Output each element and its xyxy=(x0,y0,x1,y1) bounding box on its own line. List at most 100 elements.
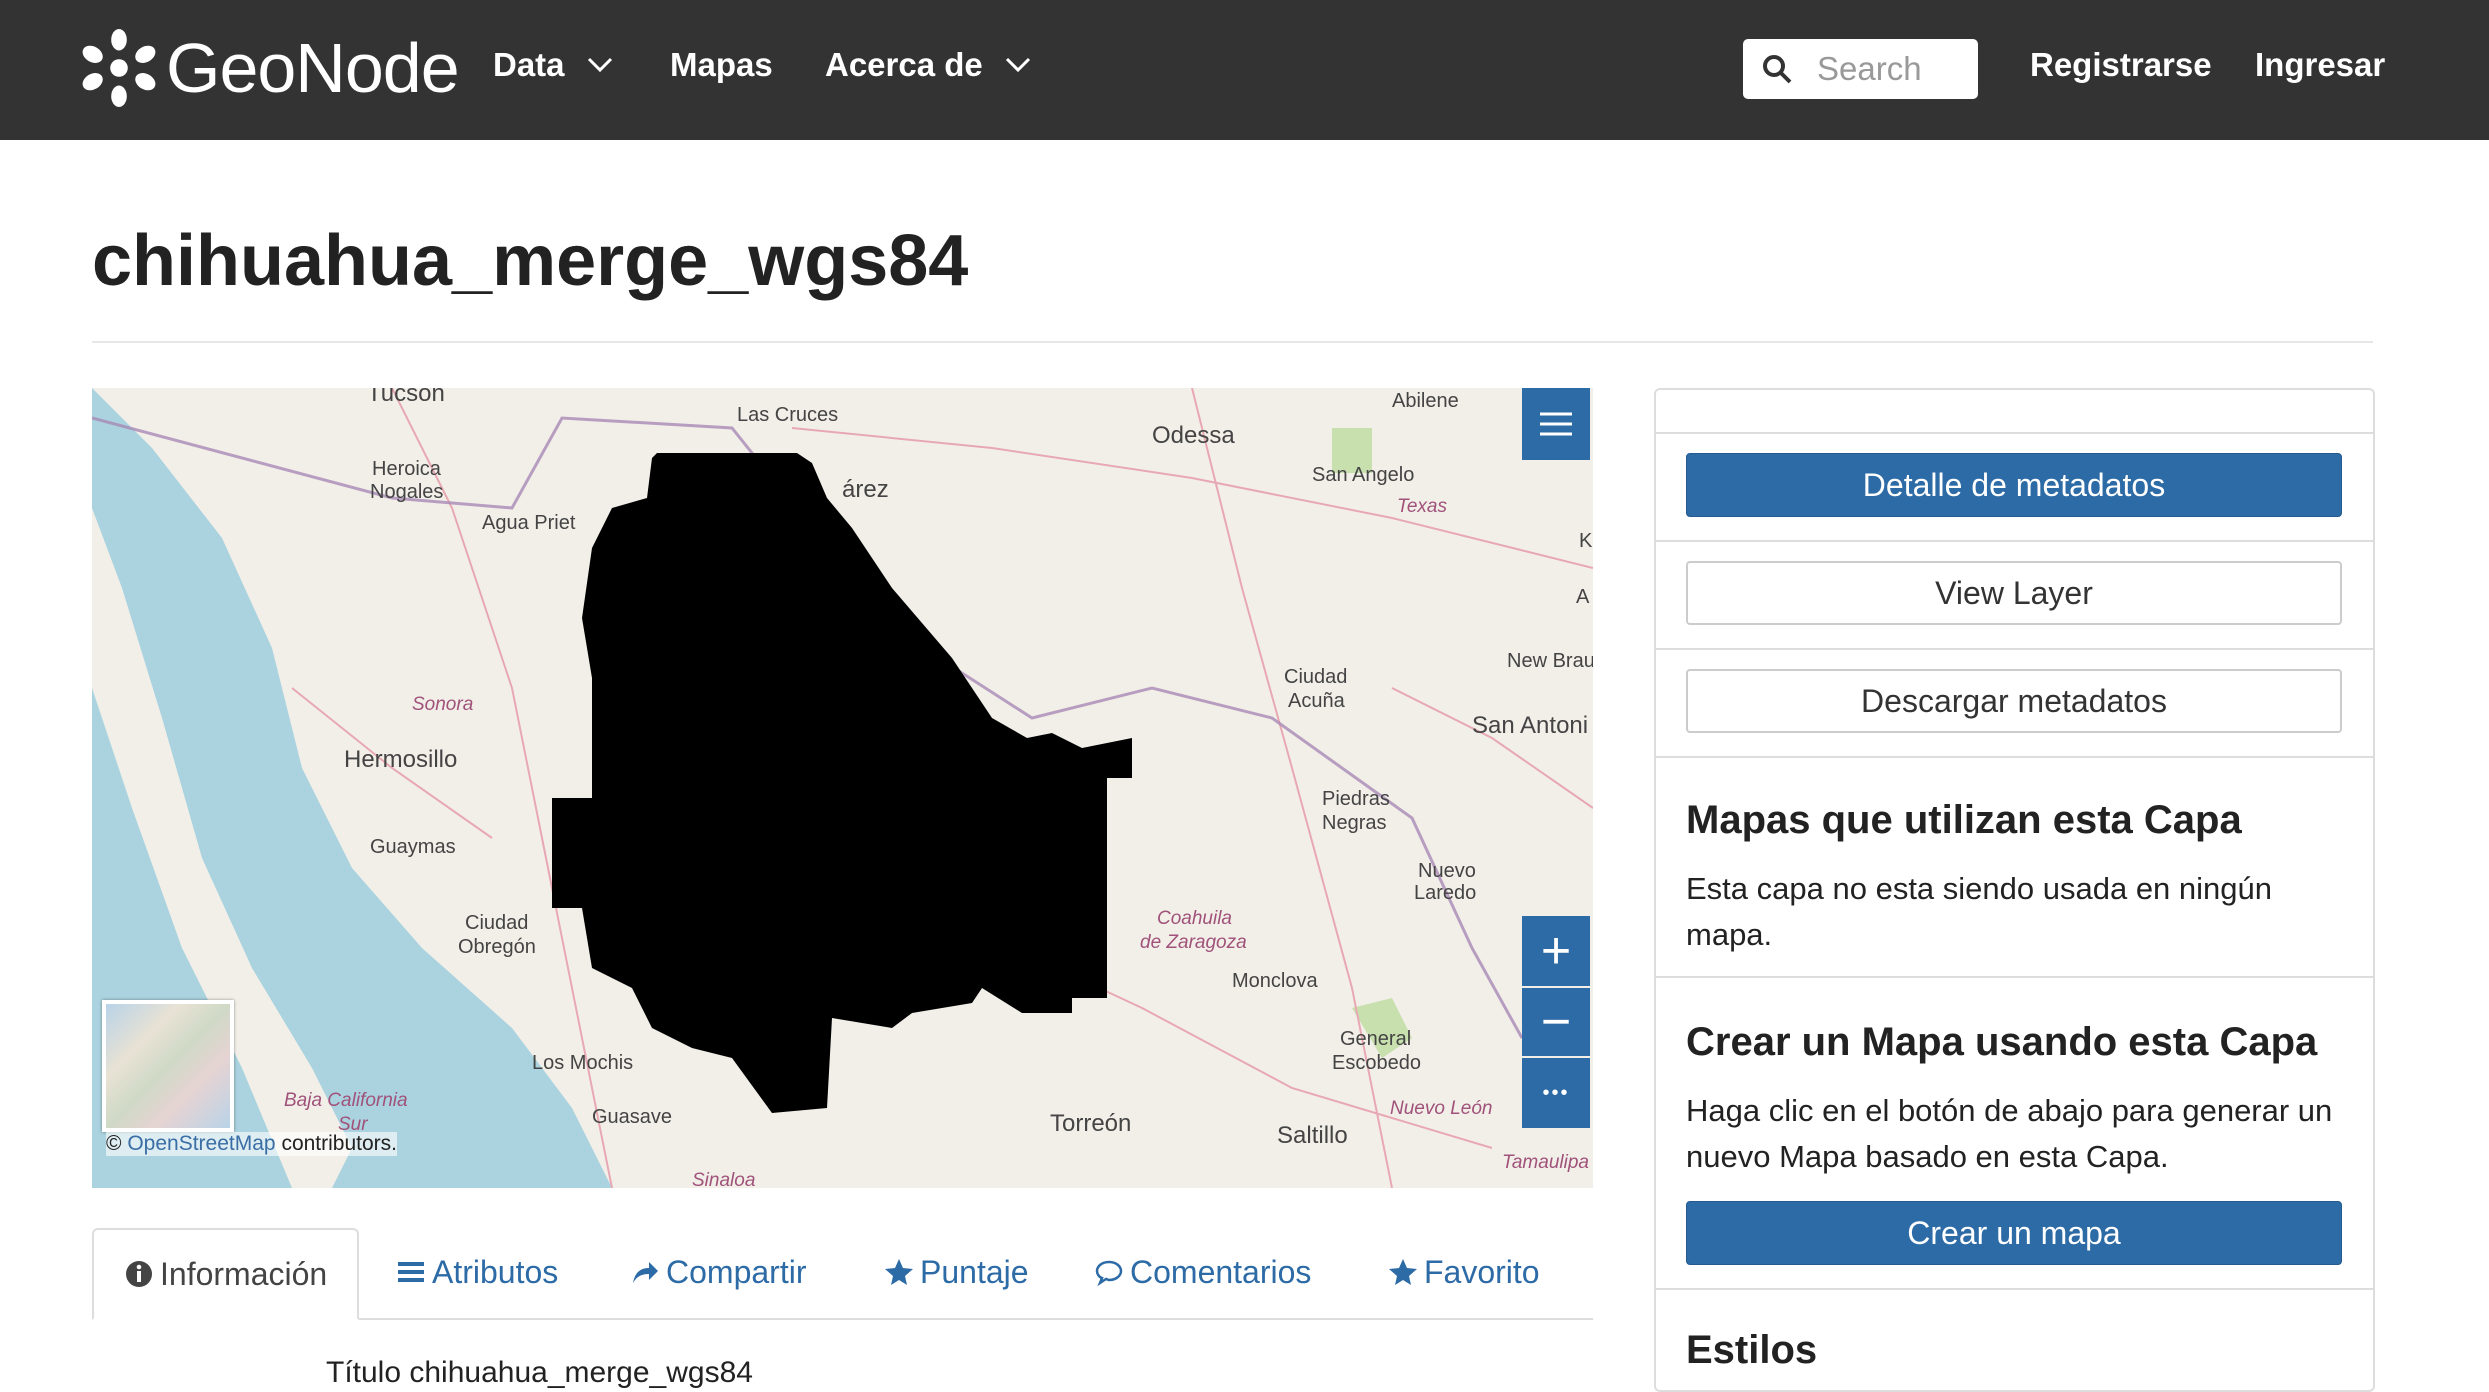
map-label: Guaymas xyxy=(370,836,456,858)
zoom-in-button[interactable]: + xyxy=(1522,916,1590,986)
tab-favorito[interactable]: Favorito xyxy=(1388,1228,1540,1316)
login-link[interactable]: Ingresar xyxy=(2255,46,2385,84)
title-divider xyxy=(92,341,2373,343)
star-icon xyxy=(1389,1259,1417,1285)
map-label: Guasave xyxy=(592,1106,673,1128)
tab-label: Información xyxy=(160,1255,328,1292)
tab-label: Puntaje xyxy=(920,1253,1029,1290)
maps-using-layer-heading: Mapas que utilizan esta Capa xyxy=(1686,798,2242,842)
tab-atributos[interactable]: Atributos xyxy=(396,1228,558,1316)
map-label: árez xyxy=(842,476,889,503)
nav-data[interactable]: Data xyxy=(493,46,613,84)
create-map-text: Haga clic en el botón de abajo para gene… xyxy=(1686,1093,2333,1174)
geonode-flower-icon xyxy=(82,29,156,107)
layer-sidebar: Detalle de metadatos View Layer Descarga… xyxy=(1654,388,2375,1392)
map-label: Ciudad xyxy=(465,912,529,934)
styles-heading: Estilos xyxy=(1686,1328,1818,1372)
search-icon xyxy=(1763,55,1792,84)
register-link[interactable]: Registrarse xyxy=(2030,46,2212,84)
map-label: Negras xyxy=(1322,812,1387,834)
map-label: Odessa xyxy=(1152,422,1235,449)
share-icon xyxy=(633,1262,658,1283)
openstreetmap-link[interactable]: OpenStreetMap xyxy=(127,1132,275,1155)
tab-label: Favorito xyxy=(1424,1253,1540,1290)
map-label: Sonora xyxy=(412,694,474,715)
map-label: Escobedo xyxy=(1332,1052,1421,1074)
map-label: de Zaragoza xyxy=(1140,932,1247,953)
map-label: General xyxy=(1340,1028,1412,1050)
nav-data-label: Data xyxy=(493,46,565,83)
layer-tabs: Información Atributos Compartir Puntaje … xyxy=(92,1228,1593,1320)
map-label: Nogales xyxy=(370,481,444,503)
more-options-button[interactable]: ••• xyxy=(1522,1058,1590,1128)
list-icon xyxy=(398,1262,424,1282)
map-label: K xyxy=(1579,530,1593,552)
map-label: A xyxy=(1576,586,1590,608)
zoom-out-button[interactable]: − xyxy=(1522,988,1590,1056)
map-label: San Antoni xyxy=(1472,712,1589,739)
tab-label: Atributos xyxy=(432,1253,559,1290)
map-label: Saltillo xyxy=(1277,1122,1348,1149)
map-label: Sinaloa xyxy=(692,1170,756,1188)
map-label: Laredo xyxy=(1414,882,1477,904)
tab-label: Comentarios xyxy=(1130,1253,1312,1290)
attribution-suffix: contributors. xyxy=(281,1132,397,1155)
info-partial-row: Título chihuahua_merge_wgs84 xyxy=(326,1356,753,1389)
nav-mapas-label: Mapas xyxy=(670,46,773,83)
overview-minimap[interactable] xyxy=(102,1000,234,1132)
chevron-down-icon xyxy=(587,57,612,73)
nav-acerca-label: Acerca de xyxy=(825,46,983,83)
comment-icon xyxy=(1095,1260,1123,1287)
map-label: Las Cruces xyxy=(737,404,839,426)
sidebar-divider xyxy=(1656,756,2373,758)
map-label: Tucson xyxy=(367,388,445,407)
map-label: Coahuila xyxy=(1157,908,1232,929)
map-label: Los Mochis xyxy=(532,1052,634,1074)
nav-acerca-de[interactable]: Acerca de xyxy=(825,46,1031,84)
map-label: Hermosillo xyxy=(344,746,458,773)
metadata-detail-button[interactable]: Detalle de metadatos xyxy=(1686,453,2342,517)
map-label: Heroica xyxy=(372,458,441,480)
map-label: Ciudad xyxy=(1284,666,1348,688)
geonode-logo[interactable]: GeoNode xyxy=(80,18,460,118)
map-label: Monclova xyxy=(1232,970,1318,992)
create-map-button[interactable]: Crear un mapa xyxy=(1686,1201,2342,1265)
map-label: Texas xyxy=(1397,496,1447,517)
map-label: Abilene xyxy=(1392,390,1459,412)
chevron-down-icon xyxy=(1005,57,1030,73)
sidebar-divider xyxy=(1656,1288,2373,1290)
map-label: Nuevo xyxy=(1418,860,1476,882)
tab-comentarios[interactable]: Comentarios xyxy=(1094,1228,1311,1316)
nav-mapas[interactable]: Mapas xyxy=(670,46,773,84)
download-metadata-button[interactable]: Descargar metadatos xyxy=(1686,669,2342,733)
map-label: Piedras xyxy=(1322,788,1390,810)
page-title: chihuahua_merge_wgs84 xyxy=(92,221,969,301)
map-label: Agua Priet xyxy=(482,512,576,534)
sidebar-divider xyxy=(1656,976,2373,978)
info-icon xyxy=(126,1261,152,1287)
tab-puntaje[interactable]: Puntaje xyxy=(884,1228,1029,1316)
map-label: Tamaulipa xyxy=(1502,1152,1589,1173)
map-attribution: © OpenStreetMap contributors. xyxy=(106,1132,397,1156)
map-label: New Brau xyxy=(1507,650,1593,672)
map-label: Nuevo León xyxy=(1390,1098,1493,1119)
tab-informacion[interactable]: Información xyxy=(92,1228,360,1320)
map-viewer[interactable]: Tucson Las Cruces Abilene Odessa Heroica… xyxy=(92,388,1593,1188)
view-layer-button[interactable]: View Layer xyxy=(1686,561,2342,625)
maps-using-layer-text: Esta capa no esta siendo usada en ningún… xyxy=(1686,871,2273,952)
map-label: Baja California xyxy=(284,1090,408,1111)
hamburger-icon xyxy=(1540,412,1572,436)
tab-compartir[interactable]: Compartir xyxy=(630,1228,806,1316)
map-label: Obregón xyxy=(458,936,536,958)
sidebar-divider xyxy=(1656,648,2373,650)
create-map-heading: Crear un Mapa usando esta Capa xyxy=(1686,1020,2318,1064)
map-label: San Angelo xyxy=(1312,464,1415,486)
brand-name: GeoNode xyxy=(166,29,460,107)
search-box xyxy=(1743,39,1978,99)
tab-label: Compartir xyxy=(666,1253,807,1290)
search-input[interactable] xyxy=(1815,49,1969,89)
layer-switcher-button[interactable] xyxy=(1522,388,1590,460)
navbar: GeoNode Data Mapas Acerca de Registrarse… xyxy=(0,0,2489,140)
sidebar-divider xyxy=(1656,432,2373,434)
star-icon xyxy=(885,1259,913,1285)
